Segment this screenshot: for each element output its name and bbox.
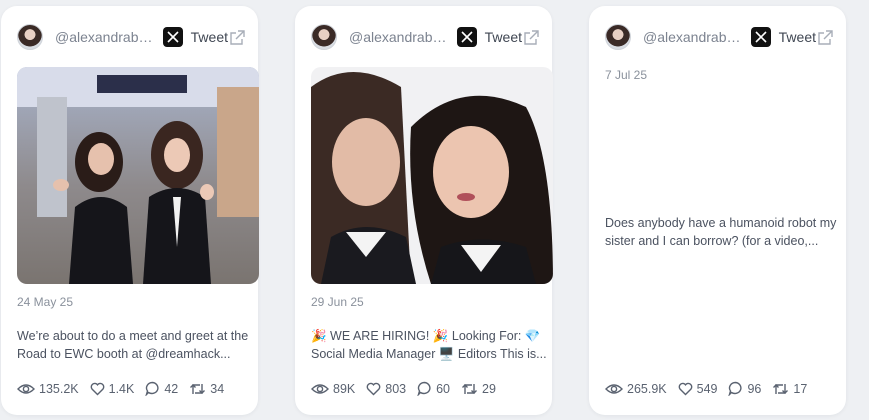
retweets-count: 29 bbox=[482, 381, 496, 396]
avatar[interactable] bbox=[605, 24, 631, 50]
x-logo-icon bbox=[750, 27, 771, 47]
user-handle[interactable]: @alexandrabo... bbox=[55, 29, 154, 45]
likes-stat[interactable]: 803 bbox=[366, 382, 406, 396]
eye-icon bbox=[311, 383, 329, 394]
heart-icon bbox=[678, 382, 693, 395]
replies-stat[interactable]: 60 bbox=[417, 381, 450, 396]
avatar[interactable] bbox=[311, 24, 337, 50]
views-count: 89K bbox=[333, 381, 356, 396]
retweet-icon bbox=[190, 383, 206, 394]
replies-stat[interactable]: 96 bbox=[728, 381, 761, 396]
tweet-date: 29 Jun 25 bbox=[311, 295, 364, 309]
views-stat: 265.9K bbox=[605, 382, 667, 396]
eye-icon bbox=[17, 383, 35, 394]
views-stat: 89K bbox=[311, 382, 355, 396]
tweet-card[interactable]: @alexandrabo... Tweet 29 Jun 25 🎉 WE ARE… bbox=[295, 6, 553, 415]
replies-count: 60 bbox=[436, 381, 451, 396]
likes-stat[interactable]: 1.4K bbox=[90, 381, 135, 396]
tweet-label: Tweet bbox=[484, 29, 522, 45]
external-link-icon[interactable] bbox=[228, 28, 246, 46]
tweet-text: 🎉 WE ARE HIRING! 🎉 Looking For: 💎 Social… bbox=[311, 329, 547, 361]
retweets-stat[interactable]: 17 bbox=[772, 382, 807, 396]
tweet-text: Does anybody have a humanoid robot my si… bbox=[605, 216, 837, 248]
card-header: @alexandrabo... Tweet bbox=[605, 23, 834, 51]
tweet-image[interactable] bbox=[17, 67, 259, 284]
replies-count: 96 bbox=[747, 381, 762, 396]
tweet-date: 24 May 25 bbox=[17, 295, 74, 309]
card-header: @alexandrabo... Tweet bbox=[17, 23, 246, 51]
likes-count: 803 bbox=[385, 381, 407, 396]
comment-icon bbox=[145, 381, 159, 396]
user-handle[interactable]: @alexandrabo... bbox=[349, 29, 448, 45]
tweet-date: 7 Jul 25 bbox=[605, 68, 648, 82]
retweets-count: 34 bbox=[210, 381, 225, 396]
likes-count: 1.4K bbox=[108, 381, 135, 396]
card-header: @alexandrabo... Tweet bbox=[311, 23, 540, 51]
x-logo-icon bbox=[162, 27, 183, 47]
likes-count: 549 bbox=[696, 381, 718, 396]
retweet-icon bbox=[773, 383, 789, 394]
tweet-label: Tweet bbox=[190, 29, 228, 45]
heart-icon bbox=[90, 382, 105, 395]
eye-icon bbox=[605, 383, 623, 394]
heart-icon bbox=[366, 382, 381, 395]
tweet-card[interactable]: @alexandrabo... Tweet 24 May 25 We’re ab… bbox=[1, 6, 259, 415]
comment-icon bbox=[728, 381, 743, 396]
tweet-card[interactable]: @alexandrabo... Tweet 7 Jul 25 Does anyb… bbox=[589, 6, 846, 415]
external-link-icon[interactable] bbox=[522, 28, 540, 46]
retweets-stat[interactable]: 29 bbox=[461, 382, 496, 396]
tweet-text: We’re about to do a meet and greet at th… bbox=[17, 329, 249, 361]
likes-stat[interactable]: 549 bbox=[678, 381, 718, 396]
tweet-stats: 89K 803 60 29 bbox=[311, 381, 507, 396]
avatar[interactable] bbox=[17, 24, 43, 50]
tweet-image[interactable] bbox=[311, 67, 553, 284]
replies-count: 42 bbox=[164, 381, 179, 396]
tweet-label: Tweet bbox=[778, 29, 816, 45]
views-stat: 135.2K bbox=[17, 382, 79, 396]
views-count: 265.9K bbox=[627, 381, 667, 396]
retweets-count: 17 bbox=[793, 381, 808, 396]
retweet-icon bbox=[462, 383, 478, 394]
tweet-stats: 135.2K 1.4K 42 34 bbox=[17, 381, 235, 396]
replies-stat[interactable]: 42 bbox=[145, 381, 178, 396]
tweet-stats: 265.9K 549 96 17 bbox=[605, 381, 818, 396]
views-count: 135.2K bbox=[39, 381, 79, 396]
external-link-icon[interactable] bbox=[816, 28, 834, 46]
user-handle[interactable]: @alexandrabo... bbox=[643, 29, 742, 45]
comment-icon bbox=[417, 381, 431, 396]
x-logo-icon bbox=[456, 27, 477, 47]
retweets-stat[interactable]: 34 bbox=[189, 382, 224, 396]
